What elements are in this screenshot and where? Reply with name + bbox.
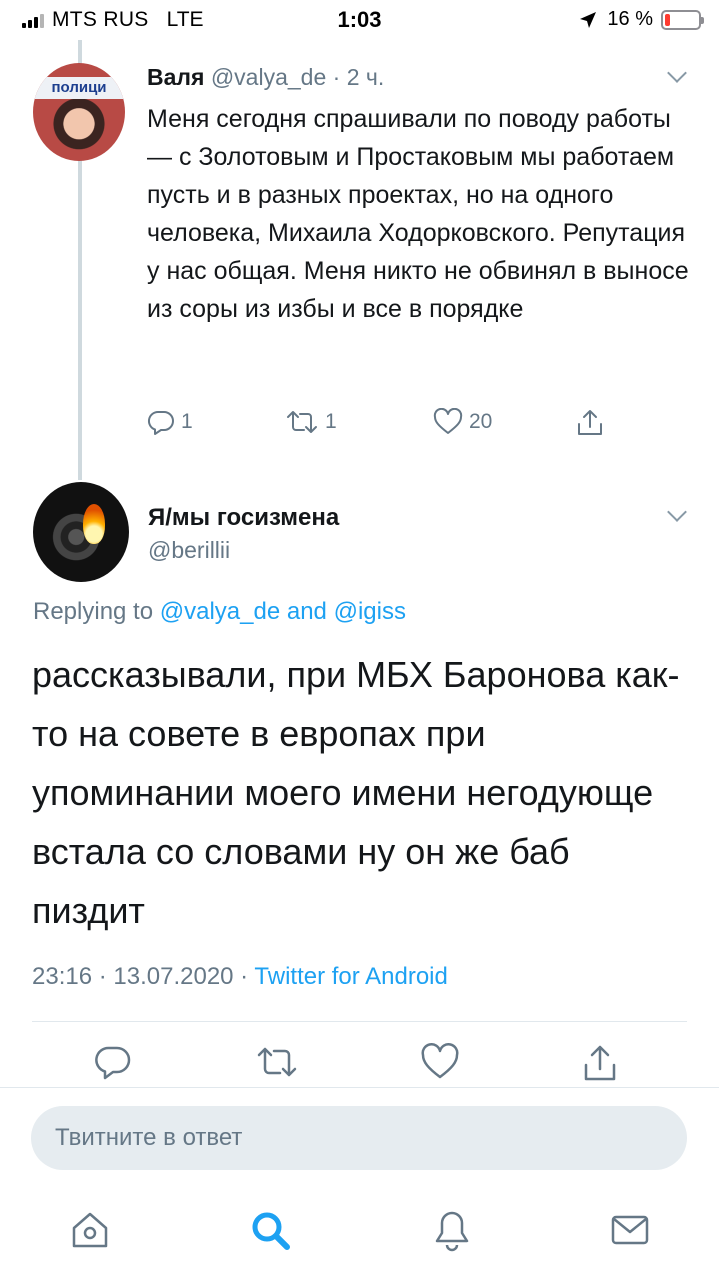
like-count: 20 — [469, 410, 493, 433]
search-icon — [252, 1212, 290, 1250]
tweet-parent-actions: 1 1 20 — [147, 408, 617, 444]
tweet-source-link[interactable]: Twitter for Android — [254, 963, 447, 990]
tweet-main-handle[interactable]: @berillii — [148, 537, 230, 564]
reply-icon — [95, 1046, 131, 1080]
tweet-parent-time: 2 ч. — [346, 64, 385, 90]
reply-icon — [147, 410, 174, 435]
home-icon — [72, 1212, 108, 1248]
tweet-parent-author-name[interactable]: Валя — [147, 64, 204, 90]
like-button[interactable] — [420, 1043, 460, 1086]
tab-home[interactable] — [68, 1208, 112, 1252]
replying-to-line: Replying to @valya_de and @igiss — [33, 598, 406, 626]
tweet-main-author-name[interactable]: Я/мы госизмена — [148, 504, 339, 532]
tweet-time: 23:16 — [32, 963, 93, 990]
reply-button[interactable] — [94, 1043, 132, 1086]
reply-count: 1 — [181, 410, 193, 433]
tweet-main-text: рассказывали, при МБХ Баронова как-то на… — [32, 654, 680, 931]
battery-icon — [661, 9, 704, 30]
retweet-icon — [287, 411, 317, 433]
retweet-icon — [257, 1047, 297, 1077]
tweet-main-actions — [0, 1043, 719, 1087]
divider — [0, 1087, 719, 1088]
retweet-button[interactable]: 1 — [285, 408, 337, 436]
avatar-berillii[interactable] — [33, 482, 129, 582]
mention-link[interactable]: @valya_de — [160, 598, 280, 625]
avatar-banner-text: полици — [33, 77, 125, 99]
chevron-down-icon[interactable] — [667, 502, 687, 522]
share-button[interactable] — [580, 1043, 620, 1088]
like-button[interactable]: 20 — [433, 408, 492, 436]
meta-separator: · — [92, 963, 114, 990]
mention-link[interactable]: @igiss — [334, 598, 406, 625]
tweet-main-meta: 23:16 · 13.07.2020 · Twitter for Android — [32, 963, 448, 991]
tweet-parent-text: Меня сегодня спрашивали по поводу работы… — [147, 105, 689, 323]
candle-flame-icon — [83, 504, 105, 544]
tweet-date: 13.07.2020 — [113, 963, 234, 990]
avatar-valya[interactable]: полици — [33, 63, 125, 161]
tweet-parent-handle[interactable]: @valya_de — [211, 64, 326, 90]
header-separator: · — [326, 64, 347, 90]
tab-notifications[interactable] — [430, 1208, 474, 1252]
reply-input[interactable] — [55, 1106, 655, 1170]
share-icon — [578, 410, 602, 435]
tab-messages[interactable] — [608, 1208, 652, 1252]
share-button[interactable] — [575, 408, 605, 438]
tweet-parent-header: Валя @valya_de · 2 ч. — [147, 64, 384, 91]
battery-percent: 16 % — [607, 8, 653, 30]
tab-search[interactable] — [248, 1208, 292, 1252]
replying-to-prefix: Replying to — [33, 598, 160, 625]
retweet-count: 1 — [325, 410, 337, 433]
divider — [32, 1021, 687, 1022]
chevron-down-icon[interactable] — [667, 63, 687, 83]
like-icon — [421, 1043, 459, 1079]
share-icon — [584, 1045, 616, 1081]
notifications-icon — [435, 1211, 469, 1252]
like-icon — [433, 408, 463, 434]
reply-button[interactable]: 1 — [147, 408, 193, 436]
replying-and: and — [280, 598, 334, 625]
battery-level-fill — [665, 13, 670, 26]
location-arrow-icon — [580, 11, 597, 28]
status-bar-right: 16 % — [579, 8, 704, 31]
tab-bar — [0, 1190, 719, 1280]
retweet-button[interactable] — [255, 1043, 299, 1086]
reply-composer[interactable] — [31, 1106, 687, 1170]
meta-separator: · — [233, 963, 255, 990]
status-bar: MTS RUS LTE 1:03 16 % — [0, 0, 719, 40]
messages-icon — [611, 1215, 649, 1245]
